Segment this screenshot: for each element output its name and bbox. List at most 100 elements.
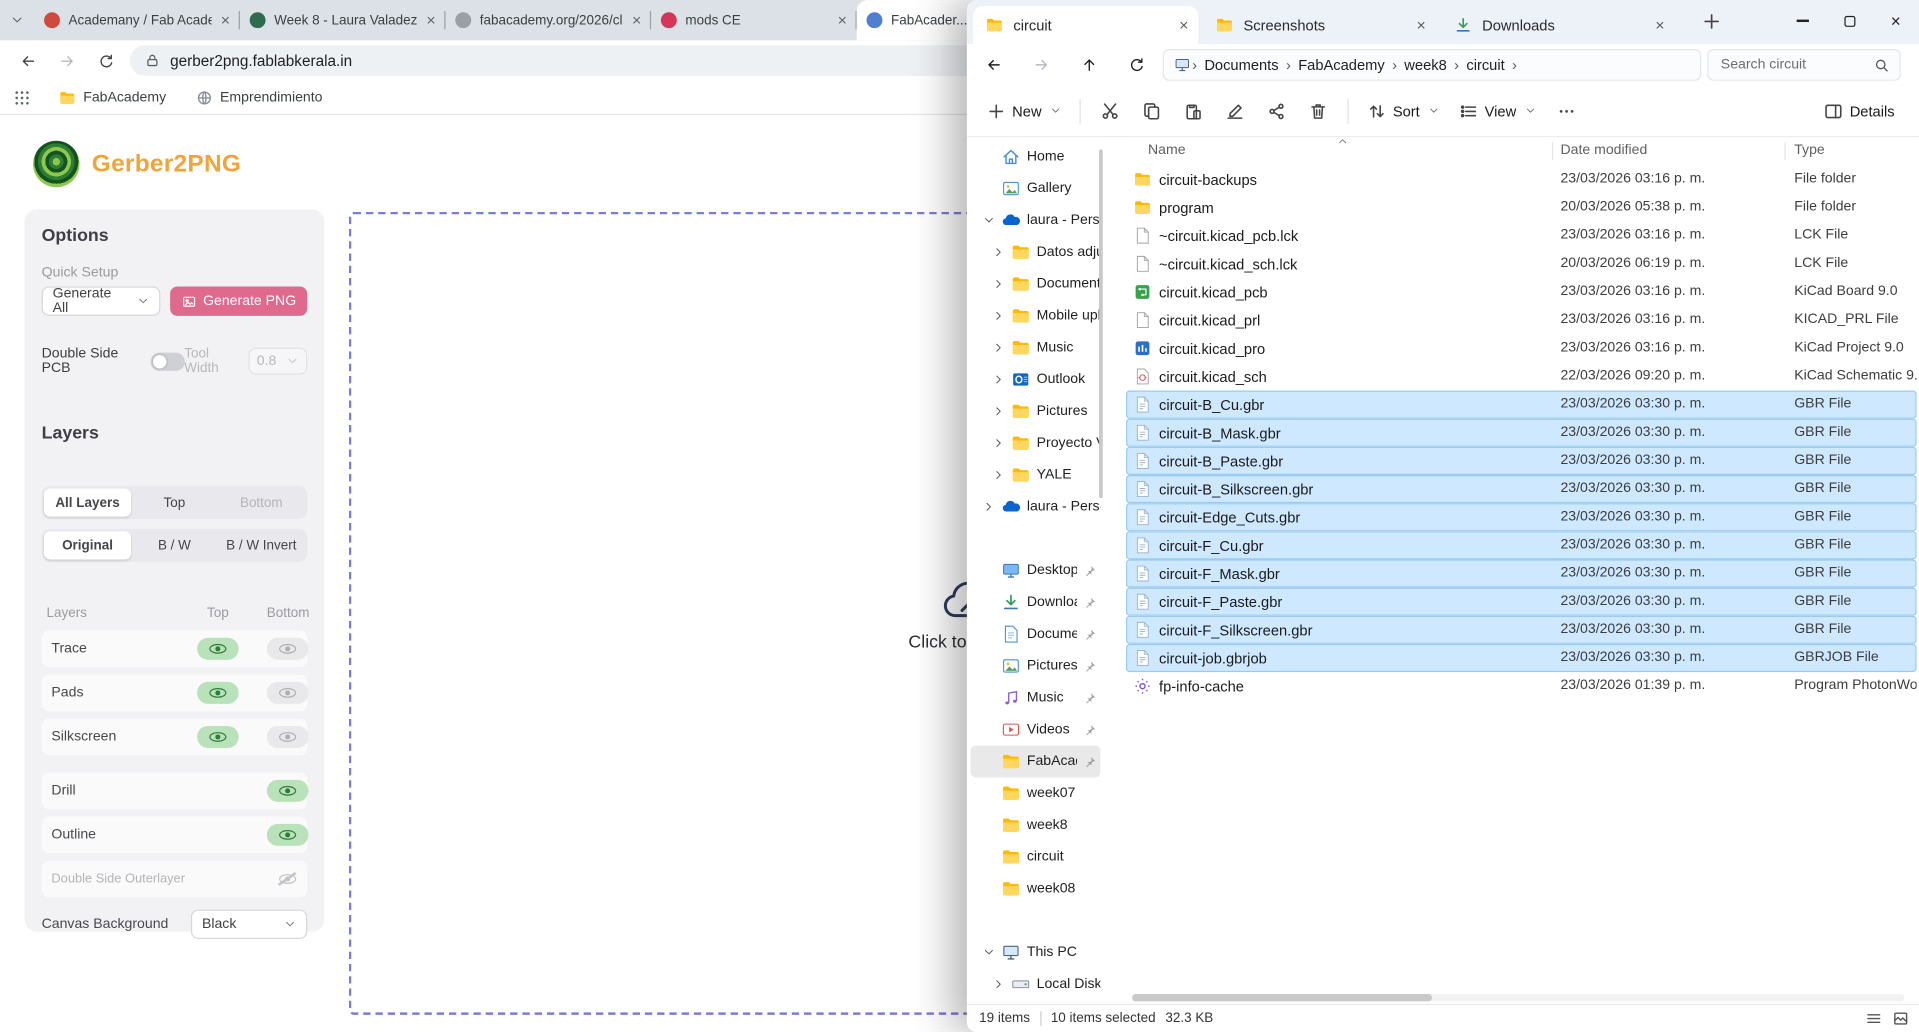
browser-tab-week-8-laura-valadez[interactable]: Week 8 - Laura Valadez - × <box>240 0 446 40</box>
render-mode-tab-b-w-invert[interactable]: B / W Invert <box>218 531 305 559</box>
minimize-button[interactable] <box>1780 0 1827 42</box>
tab-close-icon[interactable]: × <box>1417 17 1426 33</box>
file-row-circuit-f-paste-gbr[interactable]: circuit-F_Paste.gbr 23/03/2026 03:30 p. m… <box>1125 587 1917 616</box>
visibility-toggle-bottom[interactable] <box>266 725 309 748</box>
sidebar-item-datos-adjunt[interactable]: Datos adjunt <box>971 236 1100 268</box>
file-row-circuit-b-paste-gbr[interactable]: circuit-B_Paste.gbr 23/03/2026 03:30 p. m… <box>1125 446 1917 475</box>
file-row-circuit-kicad-sch[interactable]: circuit.kicad_sch 22/03/2026 09:20 p. m. K… <box>1126 362 1917 390</box>
tab-close-icon[interactable]: × <box>632 12 641 28</box>
tab-close-icon[interactable]: × <box>221 12 230 28</box>
file-row-circuit-kicad-prl[interactable]: circuit.kicad_prl 23/03/2026 03:16 p. m. K… <box>1126 306 1917 334</box>
file-row-circuit-f-silkscreen-gbr[interactable]: circuit-F_Silkscreen.gbr 23/03/2026 03:30… <box>1125 615 1917 644</box>
sidebar-item-pictures[interactable]: Pictures <box>971 650 1101 682</box>
sidebar-item-pictures[interactable]: Pictures <box>971 395 1101 427</box>
sidebar-item-documents[interactable]: Documents <box>971 618 1101 650</box>
sidebar-item-week07[interactable]: week07 <box>971 777 1101 809</box>
chevron-down-icon[interactable] <box>983 214 995 226</box>
new-tab-button[interactable] <box>1701 11 1722 32</box>
browser-tab-mods-ce[interactable]: mods CE × <box>651 0 857 40</box>
visibility-toggle-bottom[interactable] <box>267 868 309 890</box>
sidebar-item-gallery[interactable]: Gallery <box>971 173 1101 205</box>
visibility-toggle-bottom[interactable] <box>266 823 309 846</box>
sidebar-item-circuit[interactable]: circuit <box>971 841 1101 873</box>
tab-close-icon[interactable]: × <box>426 12 435 28</box>
search-box[interactable] <box>1707 48 1901 81</box>
file-row-fp-info-cache[interactable]: fp-info-cache 23/03/2026 01:39 p. m. Progr… <box>1126 672 1917 700</box>
up-button[interactable] <box>1072 48 1106 82</box>
thumbnail-view-button[interactable] <box>1892 1010 1909 1027</box>
breadcrumb-item-documents[interactable]: Documents <box>1198 56 1285 73</box>
horizontal-scrollbar[interactable] <box>1132 994 1905 1002</box>
tab-close-icon[interactable]: × <box>1655 17 1664 33</box>
maximize-button[interactable] <box>1826 0 1873 42</box>
sidebar-item-outlook[interactable]: Outlook <box>971 364 1101 396</box>
paste-button[interactable] <box>1173 92 1215 129</box>
sidebar-item-mobile-uploa[interactable]: Mobile uploa <box>971 300 1100 332</box>
sidebar-item-documents[interactable]: Documents <box>971 268 1100 300</box>
sidebar-item-week08[interactable]: week08 <box>971 873 1101 905</box>
file-row-circuit-b-cu-gbr[interactable]: circuit-B_Cu.gbr 23/03/2026 03:30 p. m. GB… <box>1125 390 1917 419</box>
breadcrumb-item-week8[interactable]: week8 <box>1398 56 1453 73</box>
chevron-right-icon[interactable] <box>993 278 1005 290</box>
file-row-circuit-job-gbrjob[interactable]: circuit-job.gbrjob 23/03/2026 03:30 p. m.… <box>1125 643 1917 673</box>
chevron-right-icon[interactable] <box>993 405 1005 417</box>
sidebar-item-downloads[interactable]: Downloads <box>971 586 1101 618</box>
tab-close-icon[interactable]: × <box>1179 17 1188 33</box>
refresh-button[interactable] <box>1120 48 1154 82</box>
canvas-background-select[interactable]: Black <box>190 909 308 939</box>
file-row-circuit-f-mask-gbr[interactable]: circuit-F_Mask.gbr 23/03/2026 03:30 p. m.… <box>1125 559 1917 588</box>
delete-button[interactable] <box>1297 92 1339 129</box>
more-options-button[interactable] <box>1546 92 1588 129</box>
details-button[interactable]: Details <box>1814 94 1904 128</box>
column-type[interactable]: Type <box>1794 143 1825 158</box>
browser-tab-academany-fab-acade[interactable]: Academany / Fab Acade... × <box>34 0 240 40</box>
breadcrumb[interactable]: › Documents › FabAcademy › week8 › circuit › <box>1162 48 1702 81</box>
back-button[interactable] <box>12 45 44 77</box>
apps-grid-icon[interactable] <box>13 89 30 106</box>
render-mode-tab-original[interactable]: Original <box>44 531 131 560</box>
file-row-circuit-backups[interactable]: circuit-backups 23/03/2026 03:16 p. m. Fil… <box>1126 165 1917 193</box>
site-info-lock-icon[interactable] <box>144 53 160 69</box>
bookmark-item-emprendimiento[interactable]: Emprendimiento <box>185 89 334 106</box>
chevron-right-icon[interactable] <box>993 978 1005 990</box>
sidebar-item-fabacadem[interactable]: FabAcadem <box>970 745 1101 778</box>
sidebar-item-yale[interactable]: YALE <box>971 459 1101 491</box>
file-row-circuit-kicad-pcb[interactable]: circuit.kicad_pcb 23/03/2026 03:16 p. m. K… <box>1126 278 1917 306</box>
search-input[interactable] <box>1708 57 1874 73</box>
reload-button[interactable] <box>91 45 123 77</box>
rename-button[interactable] <box>1214 92 1256 129</box>
sidebar-item-this-pc[interactable]: This PC <box>971 937 1101 969</box>
layer-scope-tab-bottom[interactable]: Bottom <box>218 488 305 516</box>
forward-button[interactable] <box>1024 48 1058 82</box>
column-divider[interactable] <box>1784 142 1786 161</box>
new-button[interactable]: New <box>977 94 1071 128</box>
sort-button[interactable]: Sort <box>1357 94 1449 128</box>
breadcrumb-item-circuit[interactable]: circuit <box>1460 56 1511 73</box>
sidebar-item-proyecto-val[interactable]: Proyecto VAL <box>971 427 1100 459</box>
chevron-right-icon[interactable] <box>993 310 1005 322</box>
sidebar-item-music[interactable]: Music <box>971 682 1101 714</box>
view-button[interactable]: View <box>1449 94 1545 128</box>
tab-close-icon[interactable]: × <box>838 12 847 28</box>
chevron-right-icon[interactable] <box>993 437 1005 449</box>
visibility-toggle-top[interactable] <box>197 637 239 660</box>
file-row-circuit-edge-cuts-gbr[interactable]: circuit-Edge_Cuts.gbr 23/03/2026 03:30 p.… <box>1125 503 1917 532</box>
breadcrumb-item-fabacademy[interactable]: FabAcademy <box>1292 56 1391 73</box>
file-row-circuit-b-silkscreen-gbr[interactable]: circuit-B_Silkscreen.gbr 23/03/2026 03:30… <box>1125 474 1917 504</box>
sidebar-item-week8[interactable]: week8 <box>971 809 1101 841</box>
generate-png-button[interactable]: Generate PNG <box>170 286 308 316</box>
visibility-toggle-bottom[interactable] <box>266 681 309 704</box>
bookmark-item-fabacademy[interactable]: FabAcademy <box>48 89 177 106</box>
sidebar-item-laura-persona[interactable]: laura - Persona <box>971 491 1100 523</box>
sidebar-item-home[interactable]: Home <box>971 141 1101 173</box>
generate-select[interactable]: Generate All <box>41 286 161 316</box>
sidebar-item-desktop[interactable]: Desktop <box>971 555 1101 587</box>
layer-scope-tab-all-layers[interactable]: All Layers <box>44 488 131 517</box>
sidebar-item-local-disk-c[interactable]: Local Disk (C <box>971 968 1100 1000</box>
visibility-toggle-bottom[interactable] <box>266 779 309 802</box>
file-row-circuit-b-mask-gbr[interactable]: circuit-B_Mask.gbr 23/03/2026 03:30 p. m.… <box>1125 418 1917 447</box>
back-button[interactable] <box>977 48 1011 82</box>
column-date-modified[interactable]: Date modified <box>1560 143 1647 158</box>
chevron-right-icon[interactable] <box>993 373 1005 385</box>
explorer-tab-downloads[interactable]: Downloads × <box>1442 6 1675 44</box>
